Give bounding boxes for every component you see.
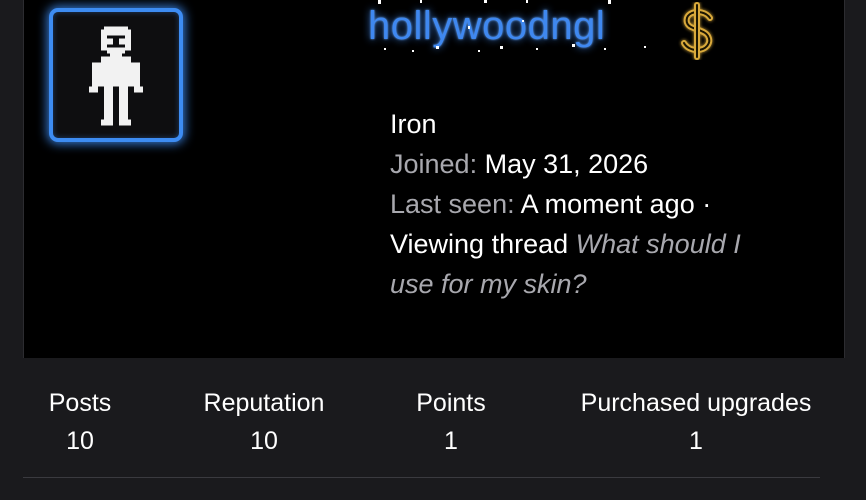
joined-row: Joined: May 31, 2026	[390, 144, 810, 184]
stat-reputation-value: 10	[250, 427, 278, 455]
stat-upgrades-label: Purchased upgrades	[580, 389, 812, 417]
profile-page: hollywoodngl Iron Joined: May 31, 2026 L…	[0, 0, 866, 500]
joined-label: Joined:	[390, 149, 478, 179]
avatar[interactable]	[49, 8, 183, 142]
stat-points[interactable]: Points 1	[411, 384, 491, 460]
stat-upgrades-value: 1	[689, 427, 703, 455]
profile-info: Iron Joined: May 31, 2026 Last seen: A m…	[390, 104, 810, 304]
activity-thread-link[interactable]: What should I	[576, 229, 741, 259]
stat-reputation[interactable]: Reputation 10	[197, 384, 331, 460]
dollar-sign-icon[interactable]	[676, 2, 720, 60]
username[interactable]: hollywoodngl	[368, 2, 605, 50]
stat-reputation-label: Reputation	[203, 389, 325, 417]
activity-row-continued: use for my skin?	[390, 264, 810, 304]
stat-points-value: 1	[444, 427, 458, 455]
profile-stats: Posts 10 Reputation 10 Points 1 Purchase…	[23, 358, 843, 478]
activity-prefix: Viewing thread	[390, 229, 569, 259]
last-seen-label: Last seen:	[390, 189, 515, 219]
joined-value: May 31, 2026	[484, 149, 649, 179]
stat-purchased-upgrades[interactable]: Purchased upgrades 1	[571, 384, 821, 460]
activity-row: Viewing thread What should I	[390, 224, 810, 264]
activity-thread-link-continued[interactable]: use for my skin?	[390, 269, 587, 299]
pixel-person-icon	[89, 26, 143, 126]
stats-divider	[23, 477, 820, 478]
stat-posts-value: 10	[66, 427, 94, 455]
last-seen-value: A moment ago ·	[520, 189, 712, 219]
last-seen-row: Last seen: A moment ago ·	[390, 184, 810, 224]
user-rank: Iron	[390, 109, 437, 139]
stat-posts-label: Posts	[48, 389, 112, 417]
stat-posts[interactable]: Posts 10	[46, 384, 114, 460]
stat-points-label: Points	[416, 389, 486, 417]
